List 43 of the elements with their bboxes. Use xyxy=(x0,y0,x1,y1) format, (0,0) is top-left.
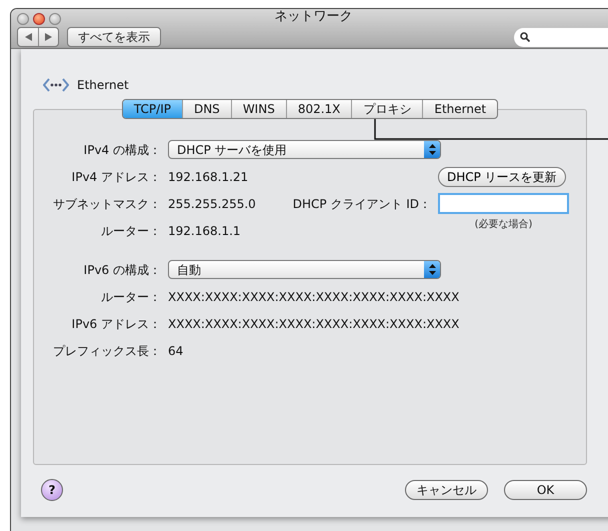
field-label: DHCP クライアント ID： xyxy=(292,196,431,212)
search-icon xyxy=(520,32,530,42)
tab[interactable]: プロキシ xyxy=(351,100,422,118)
ethernet-arrows-icon xyxy=(43,78,69,92)
field-label: IPv4 の構成： xyxy=(84,142,161,158)
popup-value: 自動 xyxy=(177,262,201,278)
close-button[interactable] xyxy=(17,13,29,25)
tab[interactable]: 802.1X xyxy=(286,100,352,118)
field-label: ルーター： xyxy=(101,288,161,306)
minimize-button[interactable] xyxy=(33,13,45,25)
ok-button[interactable]: OK xyxy=(504,480,587,500)
field-label: ルーター： xyxy=(101,222,161,240)
tab[interactable]: DNS xyxy=(182,100,231,118)
zoom-button[interactable] xyxy=(49,13,61,25)
show-all-button[interactable]: すべてを表示 xyxy=(67,27,161,47)
tab[interactable]: WINS xyxy=(230,100,286,118)
field-value: 192.168.1.1 xyxy=(168,222,241,240)
field-label: IPv6 アドレス： xyxy=(72,316,161,332)
renew-lease-button[interactable]: DHCP リースを更新 xyxy=(438,166,566,186)
service-name: Ethernet xyxy=(77,77,129,94)
popup-menu[interactable]: 自動 xyxy=(168,260,441,279)
field-value: XXXX:XXXX:XXXX:XXXX:XXXX:XXXX:XXXX:XXXX xyxy=(168,316,460,332)
tab[interactable]: TCP/IP xyxy=(122,100,182,118)
field-label: IPv6 の構成： xyxy=(84,262,161,278)
window-title: ネットワーク xyxy=(274,9,352,24)
up-down-arrows-icon xyxy=(428,264,436,275)
popup-menu[interactable]: DHCP サーバを使用 xyxy=(168,140,441,159)
left-triangle-icon xyxy=(24,33,32,41)
up-down-arrows-icon xyxy=(428,144,436,155)
field-value: 192.168.1.21 xyxy=(168,168,248,186)
popup-value: DHCP サーバを使用 xyxy=(177,142,287,158)
field-value: 255.255.255.0 xyxy=(168,196,256,212)
client-id-field[interactable] xyxy=(438,193,569,214)
field-value: 64 xyxy=(168,342,184,360)
search-field[interactable] xyxy=(514,28,608,46)
field-label: IPv4 アドレス： xyxy=(72,168,161,186)
field-label: プレフィックス長： xyxy=(53,342,161,360)
cancel-button[interactable]: キャンセル xyxy=(405,480,488,500)
right-triangle-icon xyxy=(45,33,52,41)
hint-text: (必要な場合) xyxy=(474,218,532,232)
field-value: XXXX:XXXX:XXXX:XXXX:XXXX:XXXX:XXXX:XXXX xyxy=(168,288,460,306)
field-label: サブネットマスク： xyxy=(53,196,161,212)
help-button[interactable]: ? xyxy=(41,479,63,501)
